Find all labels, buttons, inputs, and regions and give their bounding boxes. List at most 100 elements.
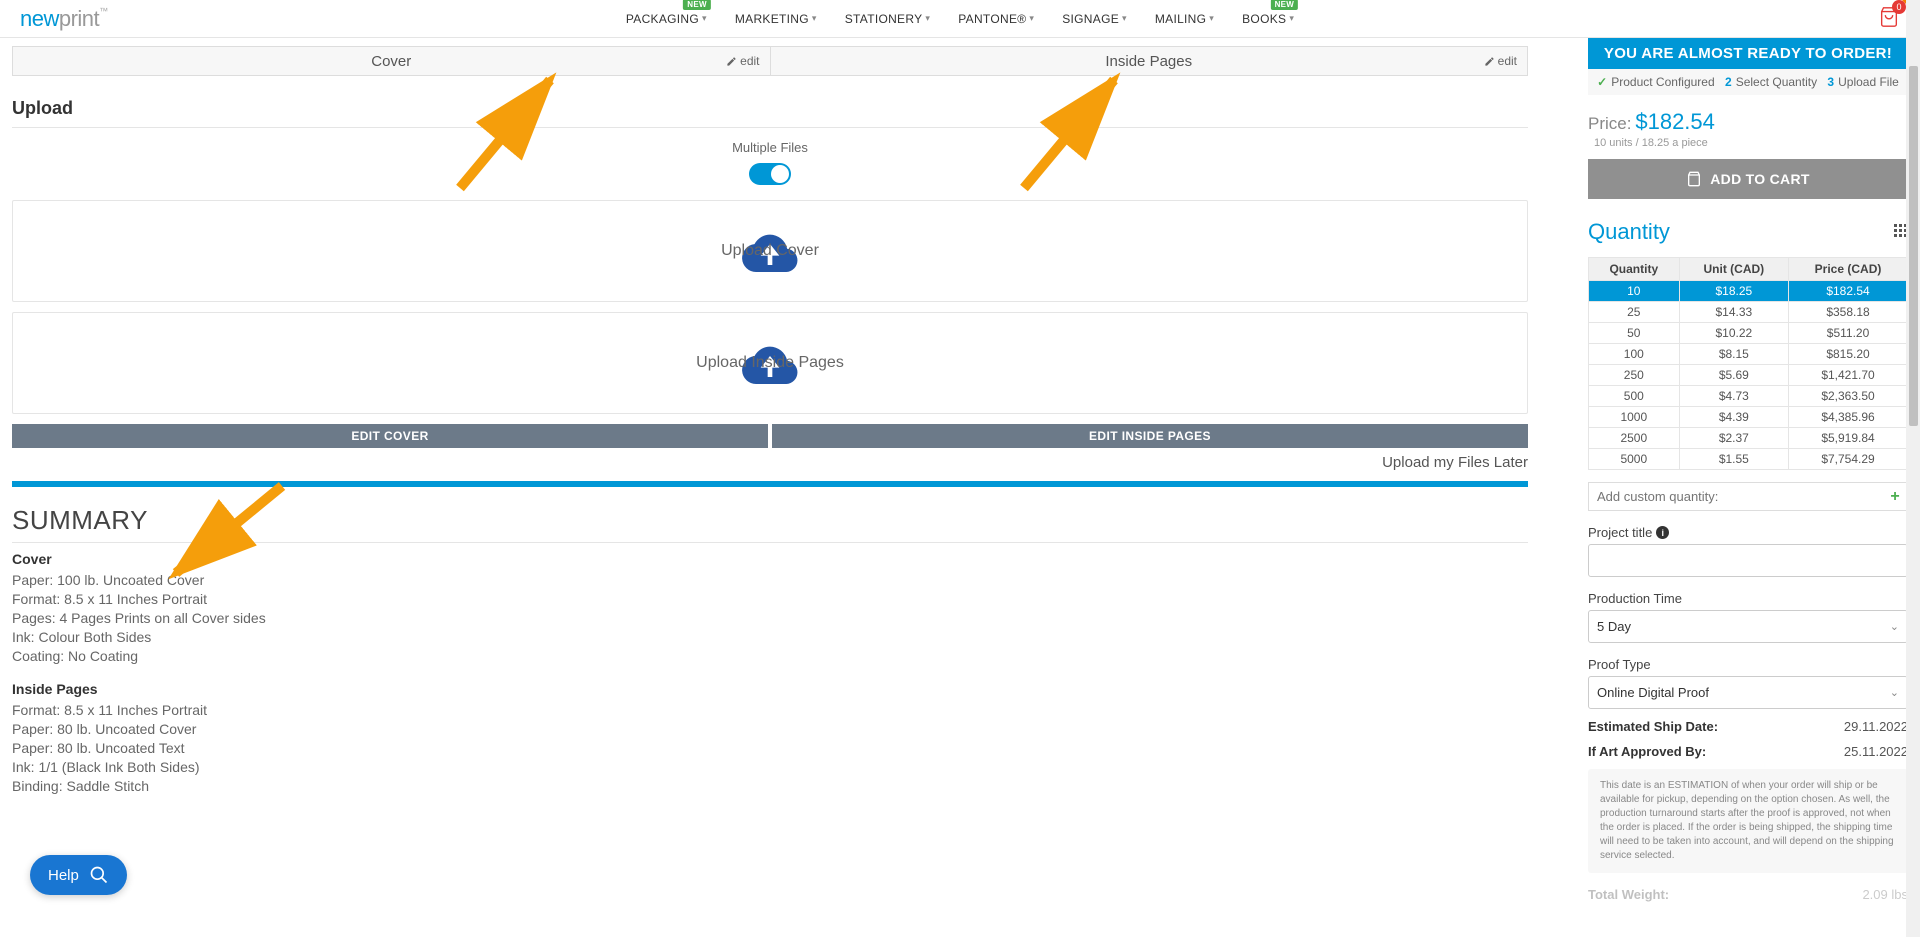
nav-marketing[interactable]: MARKETING▾	[735, 12, 817, 26]
dropzone-inside[interactable]: Upload Inside Pages	[12, 312, 1528, 414]
chevron-down-icon: ▾	[1289, 13, 1294, 24]
qty-cell: 50	[1589, 323, 1680, 344]
nav-badge-new: NEW	[683, 0, 711, 10]
qty-cell: $5,919.84	[1789, 428, 1908, 449]
qty-cell: $182.54	[1789, 281, 1908, 302]
nav-books[interactable]: NEW BOOKS▾	[1242, 12, 1294, 26]
summary-accent-bar	[12, 481, 1528, 487]
top-nav: newprint™ NEW PACKAGING▾ MARKETING▾ STAT…	[0, 0, 1920, 38]
qty-cell: 100	[1589, 344, 1680, 365]
info-icon[interactable]: i	[1656, 526, 1669, 539]
qty-cell: $1.55	[1679, 449, 1788, 470]
main-column: Cover edit Inside Pages edit Upload Mult…	[12, 38, 1528, 902]
logo-gray: print	[59, 6, 99, 31]
nav-signage[interactable]: SIGNAGE▾	[1062, 12, 1127, 26]
qty-cell: 250	[1589, 365, 1680, 386]
qty-row[interactable]: 2500$2.37$5,919.84	[1589, 428, 1908, 449]
qty-cell: 5000	[1589, 449, 1680, 470]
tab-inside-label: Inside Pages	[1105, 53, 1192, 70]
add-custom-qty-button[interactable]: +	[1883, 483, 1907, 510]
qty-cell: $14.33	[1679, 302, 1788, 323]
qty-cell: $815.20	[1789, 344, 1908, 365]
qty-cell: $358.18	[1789, 302, 1908, 323]
qty-cell: $8.15	[1679, 344, 1788, 365]
proof-type-label: Proof Type	[1588, 657, 1908, 672]
scrollbar[interactable]	[1906, 0, 1920, 937]
qty-cell: $1,421.70	[1789, 365, 1908, 386]
summary-line: Ink: 1/1 (Black Ink Both Sides)	[12, 758, 1528, 777]
cart-icon	[1686, 171, 1702, 187]
summary-line: Coating: No Coating	[12, 647, 1528, 666]
step-select-qty: 2Select Quantity	[1725, 75, 1817, 89]
logo-tm: ™	[99, 6, 108, 16]
step-configured: ✓Product Configured	[1597, 75, 1714, 89]
search-icon	[89, 865, 109, 885]
edit-cover-button[interactable]: EDIT COVER	[12, 424, 768, 448]
custom-quantity: +	[1588, 482, 1908, 511]
nav-packaging[interactable]: NEW PACKAGING▾	[626, 12, 707, 26]
tab-cover-label: Cover	[371, 53, 411, 70]
tab-inside[interactable]: Inside Pages edit	[771, 46, 1529, 76]
chevron-down-icon: ▾	[1122, 13, 1127, 24]
qty-cell: $10.22	[1679, 323, 1788, 344]
qty-cell: $2.37	[1679, 428, 1788, 449]
qty-row[interactable]: 5000$1.55$7,754.29	[1589, 449, 1908, 470]
tab-cover-edit[interactable]: edit	[726, 54, 759, 68]
pencil-icon	[1484, 56, 1495, 67]
chevron-down-icon: ▾	[1029, 13, 1034, 24]
logo-blue: new	[20, 6, 59, 31]
summary-line: Paper: 80 lb. Uncoated Text	[12, 739, 1528, 758]
summary-cover: Cover Paper: 100 lb. Uncoated Cover Form…	[12, 551, 1528, 665]
tab-inside-edit[interactable]: edit	[1484, 54, 1517, 68]
cart-button[interactable]: 0	[1878, 6, 1900, 31]
price-sub: 10 units / 18.25 a piece	[1594, 137, 1908, 149]
qty-cell: $7,754.29	[1789, 449, 1908, 470]
disclaimer: This date is an ESTIMATION of when your …	[1588, 769, 1908, 873]
price-value: $182.54	[1635, 109, 1715, 134]
summary-heading: SUMMARY	[12, 505, 1528, 543]
custom-quantity-input[interactable]	[1589, 483, 1883, 510]
qty-row[interactable]: 25$14.33$358.18	[1589, 302, 1908, 323]
qty-row[interactable]: 50$10.22$511.20	[1589, 323, 1908, 344]
qty-row[interactable]: 250$5.69$1,421.70	[1589, 365, 1908, 386]
qty-row[interactable]: 500$4.73$2,363.50	[1589, 386, 1908, 407]
chevron-down-icon: ▾	[812, 13, 817, 24]
scrollbar-thumb[interactable]	[1909, 66, 1918, 426]
qty-cell: $18.25	[1679, 281, 1788, 302]
qty-col-u: Unit (CAD)	[1679, 258, 1788, 281]
upload-heading: Upload	[12, 98, 1528, 128]
dropzone-cover[interactable]: Upload Cover	[12, 200, 1528, 302]
production-time-select[interactable]: 5 Day ⌄	[1588, 610, 1908, 643]
project-title-label: Project title i	[1588, 525, 1908, 540]
summary-line: Pages: 4 Pages Prints on all Cover sides	[12, 609, 1528, 628]
qty-row[interactable]: 100$8.15$815.20	[1589, 344, 1908, 365]
qty-row[interactable]: 1000$4.39$4,385.96	[1589, 407, 1908, 428]
chevron-down-icon: ⌄	[1890, 620, 1899, 633]
qty-cell: $4,385.96	[1789, 407, 1908, 428]
art-approved-row: If Art Approved By: 25.11.2022	[1588, 744, 1908, 759]
project-title-input[interactable]	[1588, 544, 1908, 577]
edit-inside-button[interactable]: EDIT INSIDE PAGES	[772, 424, 1528, 448]
nav-menu: NEW PACKAGING▾ MARKETING▾ STATIONERY▾ PA…	[626, 12, 1294, 26]
ship-date-row: Estimated Ship Date: 29.11.2022	[1588, 719, 1908, 734]
help-bubble[interactable]: Help	[30, 855, 127, 895]
qty-row[interactable]: 10$18.25$182.54	[1589, 281, 1908, 302]
nav-mailing[interactable]: MAILING▾	[1155, 12, 1214, 26]
qty-col-p: Price (CAD)	[1789, 258, 1908, 281]
add-to-cart-button[interactable]: ADD TO CART	[1588, 159, 1908, 199]
project-title-group: Project title i	[1588, 525, 1908, 577]
summary-line: Format: 8.5 x 11 Inches Portrait	[12, 590, 1528, 609]
nav-pantone[interactable]: PANTONE®▾	[958, 12, 1034, 26]
summary-inside: Inside Pages Format: 8.5 x 11 Inches Por…	[12, 681, 1528, 795]
qty-cell: 10	[1589, 281, 1680, 302]
cart-badge: 0	[1892, 0, 1906, 14]
multiple-files-toggle[interactable]	[749, 163, 791, 185]
qty-cell: 2500	[1589, 428, 1680, 449]
qty-cell: $4.39	[1679, 407, 1788, 428]
nav-stationery[interactable]: STATIONERY▾	[845, 12, 931, 26]
proof-type-select[interactable]: Online Digital Proof ⌄	[1588, 676, 1908, 709]
tab-cover[interactable]: Cover edit	[12, 46, 771, 76]
logo[interactable]: newprint™	[20, 6, 108, 32]
dropzone-cover-text: Upload Cover	[721, 242, 819, 260]
upload-later-link[interactable]: Upload my Files Later	[12, 454, 1528, 471]
